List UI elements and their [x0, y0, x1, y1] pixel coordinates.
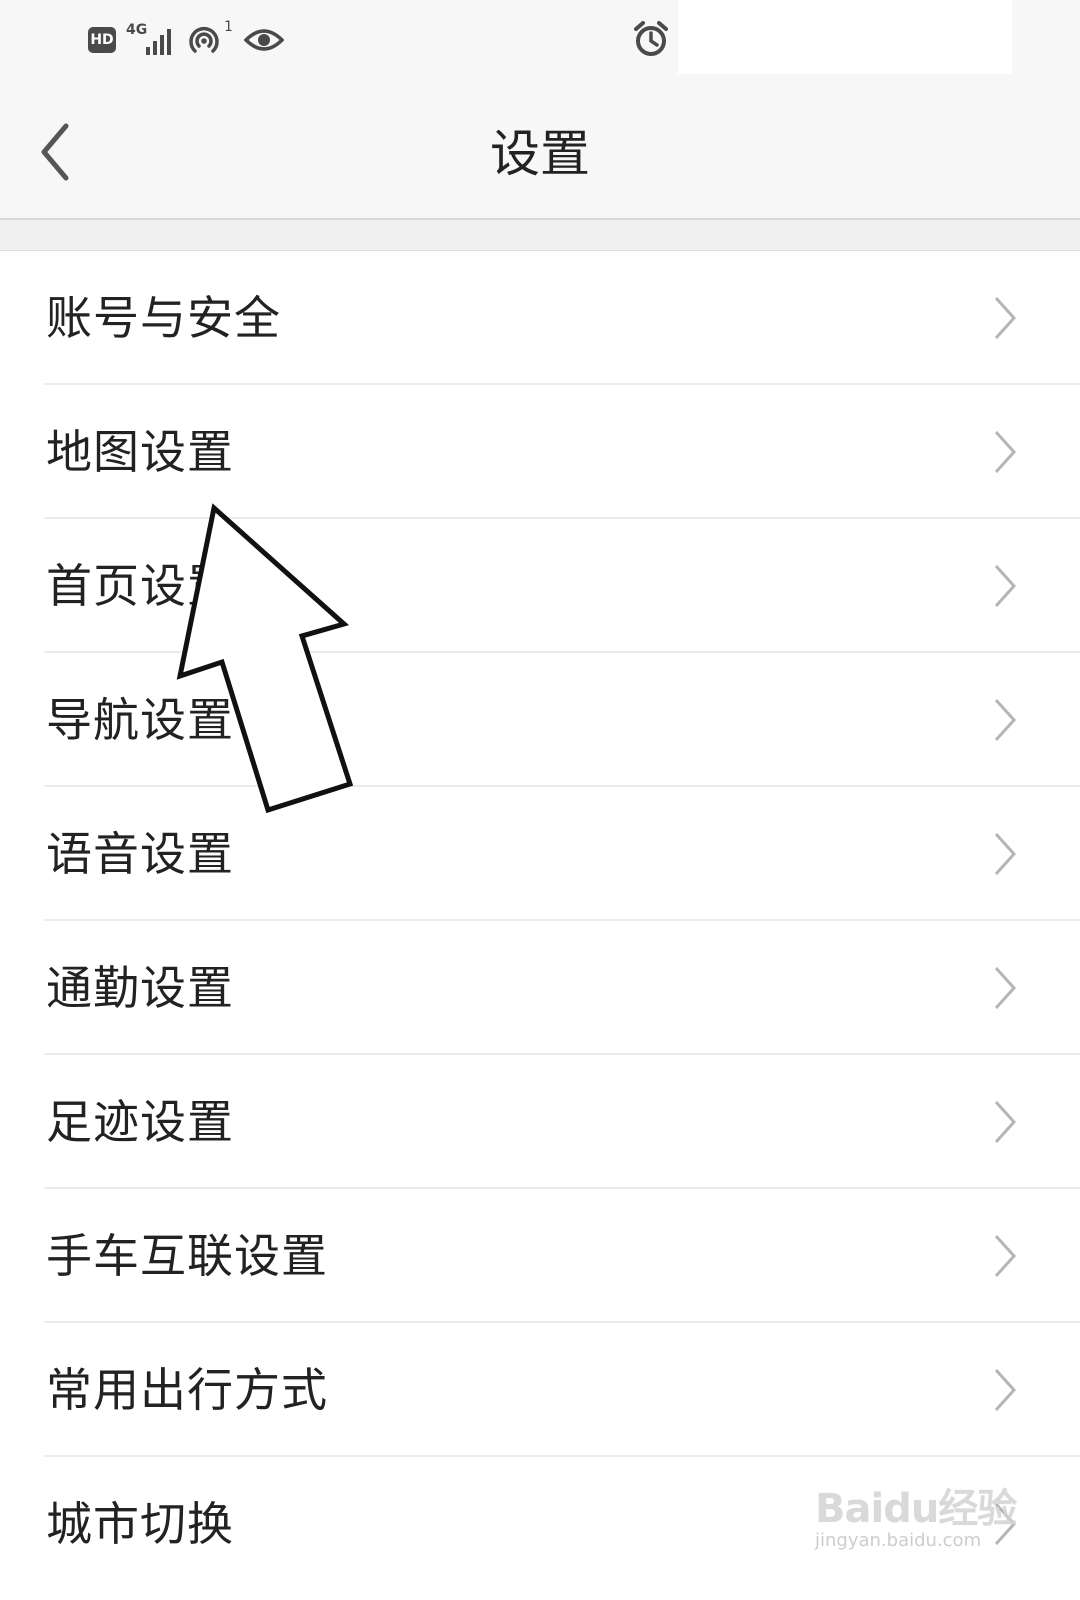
chevron-right-icon	[994, 1100, 1017, 1144]
chevron-right-icon	[994, 296, 1017, 340]
settings-item-label: 语音设置	[46, 827, 234, 881]
settings-item-map[interactable]: 地图设置	[0, 385, 1080, 519]
settings-item-label: 地图设置	[46, 425, 234, 479]
settings-item-voice[interactable]: 语音设置	[0, 787, 1080, 921]
settings-item-label: 首页设置	[46, 559, 234, 613]
chevron-right-icon	[994, 966, 1017, 1010]
settings-item-commute[interactable]: 通勤设置	[0, 921, 1080, 1055]
settings-item-footprint[interactable]: 足迹设置	[0, 1055, 1080, 1189]
settings-item-label: 城市切换	[46, 1497, 234, 1551]
settings-item-city-switch[interactable]: 城市切换	[0, 1457, 1080, 1591]
settings-item-phone-car-link[interactable]: 手车互联设置	[0, 1189, 1080, 1323]
network-type-label: 4G	[126, 22, 148, 38]
hotspot-count: 1	[224, 19, 233, 35]
alarm-icon	[632, 20, 670, 58]
settings-item-label: 导航设置	[46, 693, 234, 747]
chevron-right-icon	[994, 564, 1017, 608]
settings-item-label: 通勤设置	[46, 961, 234, 1015]
section-gap	[0, 220, 1080, 251]
settings-list: 账号与安全 地图设置 首页设置 导航设置 语音设置 通勤设置 足迹设置 手车互联…	[0, 251, 1080, 1591]
settings-item-label: 手车互联设置	[46, 1229, 328, 1283]
settings-item-account-security[interactable]: 账号与安全	[0, 251, 1080, 385]
page-title: 设置	[490, 125, 590, 183]
status-redacted-area	[678, 0, 1012, 74]
chevron-right-icon	[994, 698, 1017, 742]
settings-item-home[interactable]: 首页设置	[0, 519, 1080, 653]
chevron-right-icon	[994, 1502, 1017, 1546]
settings-item-label: 足迹设置	[46, 1095, 234, 1149]
signal-4g-icon: 4G	[126, 23, 176, 57]
status-bar: HD 4G 1	[0, 0, 1080, 80]
eye-icon	[244, 26, 284, 54]
chevron-right-icon	[994, 430, 1017, 474]
settings-item-navigation[interactable]: 导航设置	[0, 653, 1080, 787]
hotspot-icon: 1	[186, 19, 233, 57]
status-left-group: HD 4G 1	[88, 18, 284, 62]
chevron-right-icon	[994, 1234, 1017, 1278]
nav-header: 设置	[0, 80, 1080, 220]
settings-item-label: 账号与安全	[46, 291, 281, 345]
settings-item-label: 常用出行方式	[46, 1363, 328, 1417]
chevron-right-icon	[994, 832, 1017, 876]
chevron-right-icon	[994, 1368, 1017, 1412]
hd-icon: HD	[88, 27, 116, 53]
settings-item-travel-mode[interactable]: 常用出行方式	[0, 1323, 1080, 1457]
